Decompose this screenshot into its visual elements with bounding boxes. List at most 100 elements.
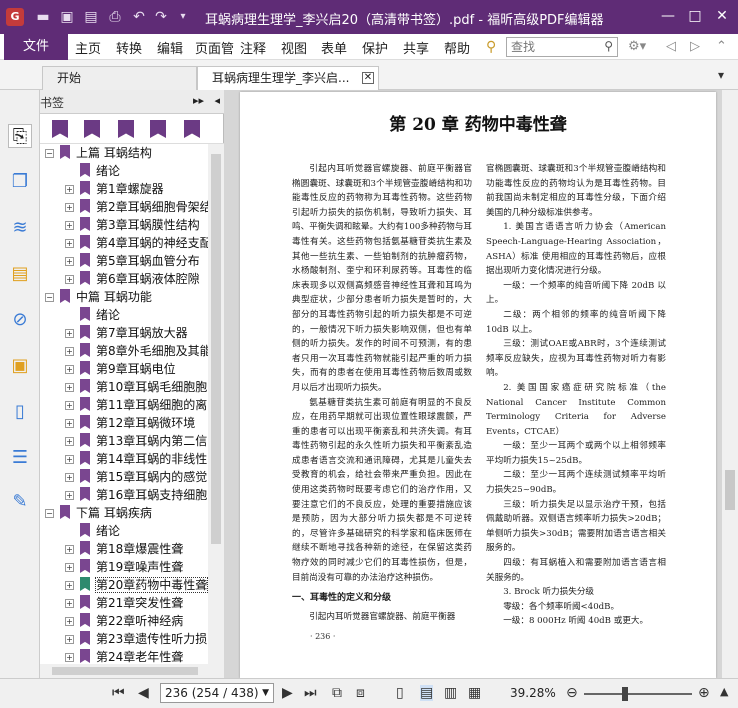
- panel-expand-icon[interactable]: ▸▸: [193, 94, 204, 107]
- tree-expand-icon[interactable]: +: [65, 419, 74, 428]
- single-page-view-icon[interactable]: ▯: [396, 685, 404, 701]
- layers-icon[interactable]: ≋: [8, 216, 32, 240]
- new-bookmark-from-page-icon[interactable]: [150, 120, 166, 138]
- tree-expand-icon[interactable]: +: [65, 563, 74, 572]
- minimize-icon[interactable]: —: [655, 4, 681, 28]
- tree-expand-icon[interactable]: +: [65, 635, 74, 644]
- comments-icon[interactable]: ▤: [8, 262, 32, 286]
- next-view-icon[interactable]: ⧈: [356, 685, 365, 701]
- bookmark-item[interactable]: 第24章老年性聋: [80, 648, 183, 664]
- tree-expand-icon[interactable]: +: [65, 329, 74, 338]
- tree-expand-icon[interactable]: +: [65, 401, 74, 410]
- menu-share[interactable]: 共享: [403, 38, 429, 57]
- bookmark-scroll-thumb[interactable]: [211, 154, 221, 544]
- tree-collapse-icon[interactable]: −: [45, 509, 54, 518]
- bookmark-item[interactable]: 绪论: [80, 162, 120, 180]
- panel-collapse-icon[interactable]: ◂: [214, 94, 220, 107]
- bookmark-item[interactable]: 第8章外毛细胞及其能: [80, 342, 208, 360]
- next-view-icon[interactable]: ▷: [690, 39, 700, 54]
- bookmark-item[interactable]: 第2章耳蜗细胞骨架结: [80, 198, 208, 216]
- security-lock-icon[interactable]: ▣: [8, 354, 32, 378]
- tree-expand-icon[interactable]: +: [65, 185, 74, 194]
- document-viewer[interactable]: 第 20 章 药物中毒性聋 引起内耳听觉器官螺旋器、前庭平衡器官椭圆囊斑、球囊斑…: [224, 90, 738, 678]
- tree-expand-icon[interactable]: +: [65, 617, 74, 626]
- bookmark-panel-icon[interactable]: ⎘: [8, 124, 32, 148]
- tree-expand-icon[interactable]: +: [65, 275, 74, 284]
- tree-expand-icon[interactable]: +: [65, 347, 74, 356]
- bookmark-item[interactable]: 第12章耳蜗微环境: [80, 414, 195, 432]
- form-fields-icon[interactable]: ☰: [8, 446, 32, 470]
- tree-expand-icon[interactable]: +: [65, 581, 74, 590]
- document-properties-icon[interactable]: ▯: [8, 400, 32, 424]
- tab-document[interactable]: 耳蜗病理生理学_李兴启... ✕: [197, 66, 379, 90]
- bookmark-vertical-scrollbar[interactable]: [208, 144, 224, 664]
- bookmark-item[interactable]: 下篇 耳蜗疾病: [60, 504, 152, 522]
- next-page-icon[interactable]: ▶: [282, 685, 293, 701]
- search-input[interactable]: [507, 38, 593, 56]
- zoom-menu-icon[interactable]: ▲: [720, 685, 728, 698]
- viewer-vertical-scrollbar[interactable]: [722, 90, 738, 678]
- bookmark-item[interactable]: 第21章突发性聋: [80, 594, 183, 612]
- bookmark-item[interactable]: 第3章耳蜗膜性结构: [80, 216, 200, 234]
- expand-bookmark-icon[interactable]: [118, 120, 134, 138]
- tree-expand-icon[interactable]: +: [65, 365, 74, 374]
- page-number-field[interactable]: 236 (254 / 438) ▼: [160, 683, 274, 703]
- bookmark-item[interactable]: 第11章耳蜗细胞的离: [80, 396, 207, 414]
- zoom-slider-handle[interactable]: [622, 687, 628, 701]
- bookmark-item[interactable]: 绪论: [80, 306, 120, 324]
- menu-home[interactable]: 主页: [75, 38, 101, 57]
- zoom-out-icon[interactable]: ⊖: [566, 685, 578, 701]
- bookmark-item[interactable]: 第19章噪声性聋: [80, 558, 183, 576]
- tree-expand-icon[interactable]: +: [65, 203, 74, 212]
- close-window-icon[interactable]: ✕: [709, 4, 735, 28]
- attachments-icon[interactable]: ⊘: [8, 308, 32, 332]
- previous-page-icon[interactable]: ◀: [138, 685, 149, 701]
- bookmark-item[interactable]: 第13章耳蜗内第二信: [80, 432, 207, 450]
- menu-edit[interactable]: 编辑: [157, 38, 183, 57]
- continuous-view-icon[interactable]: ▤: [420, 685, 434, 701]
- viewer-scroll-thumb[interactable]: [725, 470, 735, 510]
- tree-expand-icon[interactable]: +: [65, 473, 74, 482]
- search-icon[interactable]: ⚲: [486, 39, 496, 55]
- zoom-in-icon[interactable]: ⊕: [698, 685, 710, 701]
- last-page-icon[interactable]: ⏭: [304, 685, 317, 701]
- collapse-ribbon-icon[interactable]: ⌃: [716, 39, 727, 54]
- bookmark-hscroll-thumb[interactable]: [52, 667, 198, 675]
- save-icon[interactable]: ▣: [58, 8, 76, 26]
- bookmark-item[interactable]: 第22章听神经病: [80, 612, 183, 630]
- bookmark-item[interactable]: 第5章耳蜗血管分布: [80, 252, 200, 270]
- file-menu-button[interactable]: 文件: [4, 34, 68, 60]
- print-icon[interactable]: ⎙: [106, 8, 124, 26]
- bookmark-item[interactable]: 第16章耳蜗支持细胞: [80, 486, 207, 504]
- bookmark-item[interactable]: 第14章耳蜗的非线性: [80, 450, 207, 468]
- bookmark-item[interactable]: 第7章耳蜗放大器: [80, 324, 188, 342]
- bookmark-item[interactable]: 上篇 耳蜗结构: [60, 144, 152, 162]
- tree-expand-icon[interactable]: +: [65, 437, 74, 446]
- bookmark-item[interactable]: 第10章耳蜗毛细胞胞: [80, 378, 207, 396]
- bookmark-item[interactable]: 第9章耳蜗电位: [80, 360, 176, 378]
- page-dropdown-icon[interactable]: ▼: [262, 684, 269, 702]
- tree-expand-icon[interactable]: +: [65, 257, 74, 266]
- first-page-icon[interactable]: ⏮: [112, 685, 125, 701]
- menu-comment[interactable]: 注释: [240, 38, 266, 57]
- tree-expand-icon[interactable]: +: [65, 383, 74, 392]
- customize-dropdown-icon[interactable]: ▾: [174, 8, 192, 26]
- redo-icon[interactable]: ↷: [152, 8, 170, 26]
- bookmark-item[interactable]: 第1章螺旋器: [80, 180, 164, 198]
- search-go-icon[interactable]: ⚲: [604, 39, 613, 53]
- menu-view[interactable]: 视图: [281, 38, 307, 57]
- tab-list-icon[interactable]: ▾: [718, 68, 724, 82]
- tree-collapse-icon[interactable]: −: [45, 149, 54, 158]
- bookmark-horizontal-scrollbar[interactable]: [40, 664, 224, 678]
- tree-expand-icon[interactable]: +: [65, 545, 74, 554]
- maximize-icon[interactable]: □: [682, 4, 708, 28]
- menu-form[interactable]: 表单: [321, 38, 347, 57]
- tree-expand-icon[interactable]: +: [65, 653, 74, 662]
- tab-start[interactable]: 开始: [42, 66, 197, 90]
- signature-icon[interactable]: ✎: [8, 490, 32, 514]
- open-folder-icon[interactable]: ▬: [34, 8, 52, 26]
- tree-expand-icon[interactable]: +: [65, 491, 74, 500]
- save-as-icon[interactable]: ▤: [82, 8, 100, 26]
- undo-icon[interactable]: ↶: [130, 8, 148, 26]
- bookmark-options-icon[interactable]: [184, 120, 200, 138]
